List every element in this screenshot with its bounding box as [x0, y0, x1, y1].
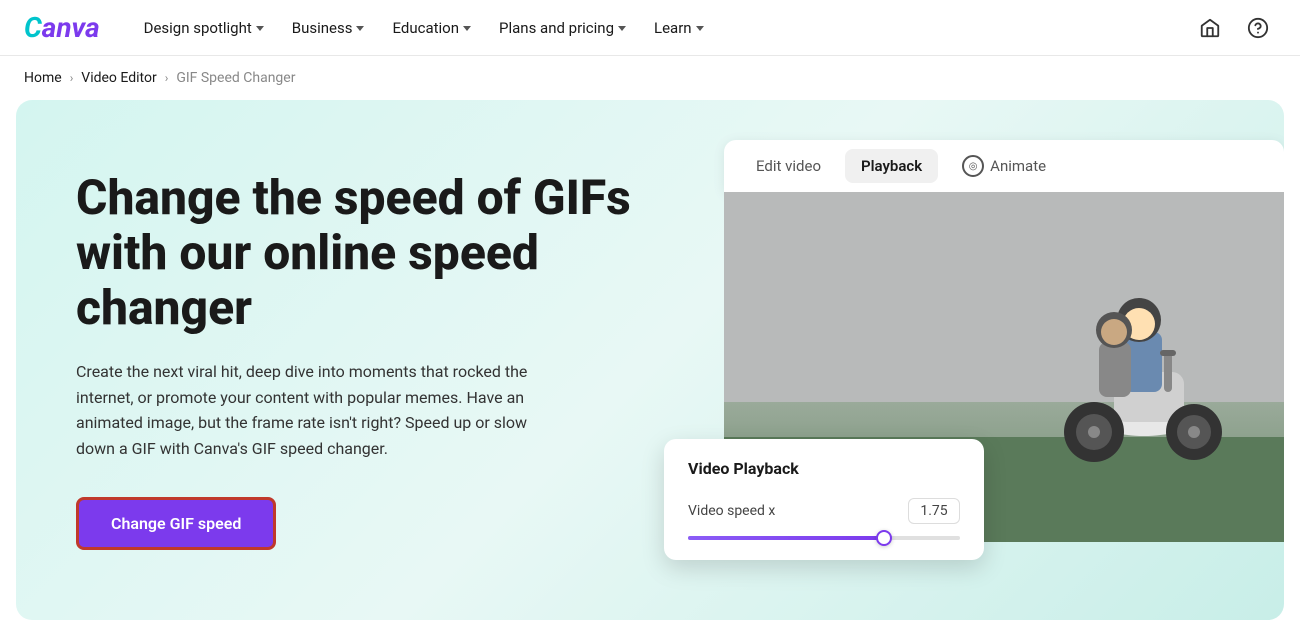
home-icon [1199, 17, 1221, 39]
breadcrumb-current: GIF Speed Changer [176, 70, 295, 86]
chevron-down-icon [618, 26, 626, 31]
chevron-down-icon [696, 26, 704, 31]
tab-animate[interactable]: ◎ Animate [946, 147, 1062, 185]
nav-link-label: Education [392, 19, 459, 37]
chevron-down-icon [256, 26, 264, 31]
nav-link-label: Learn [654, 19, 692, 37]
hero-description: Create the next viral hit, deep dive int… [76, 359, 556, 461]
nav-item-plans-pricing[interactable]: Plans and pricing [487, 11, 638, 45]
nav-icons [1192, 10, 1276, 46]
tab-playback-label: Playback [861, 157, 922, 175]
scooter-illustration [964, 242, 1244, 482]
chevron-down-icon [356, 26, 364, 31]
slider-fill [688, 536, 884, 540]
playback-card-title: Video Playback [688, 459, 960, 478]
nav-links: Design spotlight Business Education Plan… [132, 11, 1192, 45]
home-button[interactable] [1192, 10, 1228, 46]
hero-section: Change the speed of GIFs with our online… [16, 100, 1284, 620]
nav-link-label: Plans and pricing [499, 19, 614, 37]
breadcrumb-video-editor[interactable]: Video Editor [81, 70, 156, 86]
breadcrumb: Home › Video Editor › GIF Speed Changer [0, 56, 1300, 100]
speed-label: Video speed x [688, 503, 775, 519]
nav-link-label: Design spotlight [144, 19, 252, 37]
hero-content-left: Change the speed of GIFs with our online… [76, 170, 636, 551]
nav-item-education[interactable]: Education [380, 11, 483, 45]
help-icon [1247, 17, 1269, 39]
speed-slider[interactable] [688, 536, 960, 540]
change-gif-speed-button[interactable]: Change GIF speed [76, 497, 276, 550]
playback-card: Video Playback Video speed x 1.75 [664, 439, 984, 560]
tab-edit-video[interactable]: Edit video [740, 149, 837, 183]
tab-animate-label: Animate [990, 157, 1046, 175]
help-button[interactable] [1240, 10, 1276, 46]
editor-ui-mockup: Edit video Playback ◎ Animate [664, 120, 1284, 620]
nav-link-label: Business [292, 19, 353, 37]
breadcrumb-sep-2: › [165, 71, 169, 85]
speed-row: Video speed x 1.75 [688, 498, 960, 524]
logo-c: C [24, 11, 42, 44]
animate-icon: ◎ [962, 155, 984, 177]
tab-playback[interactable]: Playback [845, 149, 938, 183]
hero-title: Change the speed of GIFs with our online… [76, 170, 636, 336]
nav-item-business[interactable]: Business [280, 11, 377, 45]
speed-value: 1.75 [908, 498, 960, 524]
breadcrumb-home[interactable]: Home [24, 70, 62, 86]
nav-item-learn[interactable]: Learn [642, 11, 716, 45]
nav-item-design-spotlight[interactable]: Design spotlight [132, 11, 276, 45]
editor-tab-panel: Edit video Playback ◎ Animate [724, 140, 1284, 192]
slider-thumb[interactable] [876, 530, 892, 546]
chevron-down-icon [463, 26, 471, 31]
logo-anva: anva [42, 11, 100, 44]
canva-logo[interactable]: Canva [24, 11, 100, 44]
tab-edit-video-label: Edit video [756, 157, 821, 175]
breadcrumb-sep-1: › [70, 71, 74, 85]
navbar: Canva Design spotlight Business Educatio… [0, 0, 1300, 56]
